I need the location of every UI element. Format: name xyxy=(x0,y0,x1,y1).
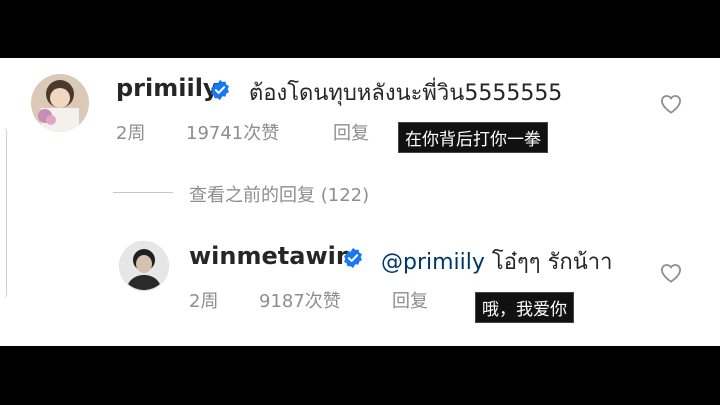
divider-line xyxy=(113,192,173,193)
reply-likes[interactable]: 9187次赞 xyxy=(259,287,341,313)
verified-badge-icon xyxy=(344,247,362,269)
reply-text: @primiily โอ๋ๆๆ รักน้าา xyxy=(381,244,612,279)
comment-panel: primiily ต้องโดนทุบหลังนะพี่วิน5555555 2… xyxy=(0,58,720,346)
reply-button[interactable]: 回复 xyxy=(392,287,428,313)
comment-username[interactable]: primiily xyxy=(116,74,219,102)
verified-badge-icon xyxy=(211,79,229,101)
view-previous-replies[interactable]: 查看之前的回复 (122) xyxy=(189,181,369,207)
avatar[interactable] xyxy=(31,74,89,132)
reply-username[interactable]: winmetawin xyxy=(189,242,353,270)
mention-link[interactable]: @primiily xyxy=(381,250,485,275)
panel-edge xyxy=(0,128,7,298)
reply-body: โอ๋ๆๆ รักน้าา xyxy=(484,250,613,275)
video-subtitle: 哦，我爱你 xyxy=(475,292,574,323)
reply-button[interactable]: 回复 xyxy=(333,119,369,145)
comment-likes[interactable]: 19741次赞 xyxy=(186,119,279,145)
comment-time: 2周 xyxy=(116,123,146,144)
video-subtitle: 在你背后打你一拳 xyxy=(398,122,548,153)
reply-time: 2周 xyxy=(189,291,219,312)
like-heart-icon[interactable] xyxy=(660,263,682,283)
comment-text: ต้องโดนทุบหลังนะพี่วิน5555555 xyxy=(249,81,563,106)
avatar[interactable] xyxy=(119,241,169,291)
like-heart-icon[interactable] xyxy=(660,94,682,114)
